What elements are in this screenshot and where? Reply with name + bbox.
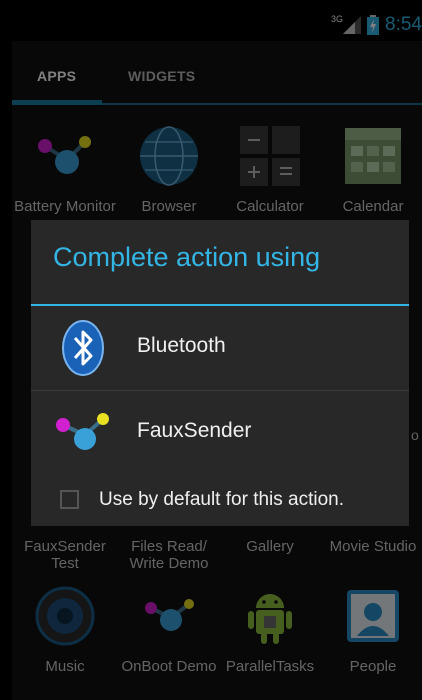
background-partial-label: o: [411, 427, 419, 443]
option-label: FauxSender: [137, 419, 252, 442]
use-by-default-label[interactable]: Use by default for this action.: [99, 489, 344, 511]
option-bluetooth[interactable]: Bluetooth: [31, 306, 409, 390]
chooser-dialog: Complete action using Bluetooth FauxSend…: [31, 220, 409, 526]
dialog-title: Complete action using: [53, 242, 321, 272]
option-label: Bluetooth: [137, 334, 226, 357]
option-fauxsender[interactable]: FauxSender: [31, 391, 409, 475]
bluetooth-icon: [62, 320, 104, 376]
use-by-default-checkbox[interactable]: [60, 490, 79, 509]
android-screen: 3G 8:54 APPS WIDGETS Battery: [12, 8, 422, 700]
molecule-icon: [56, 413, 109, 450]
